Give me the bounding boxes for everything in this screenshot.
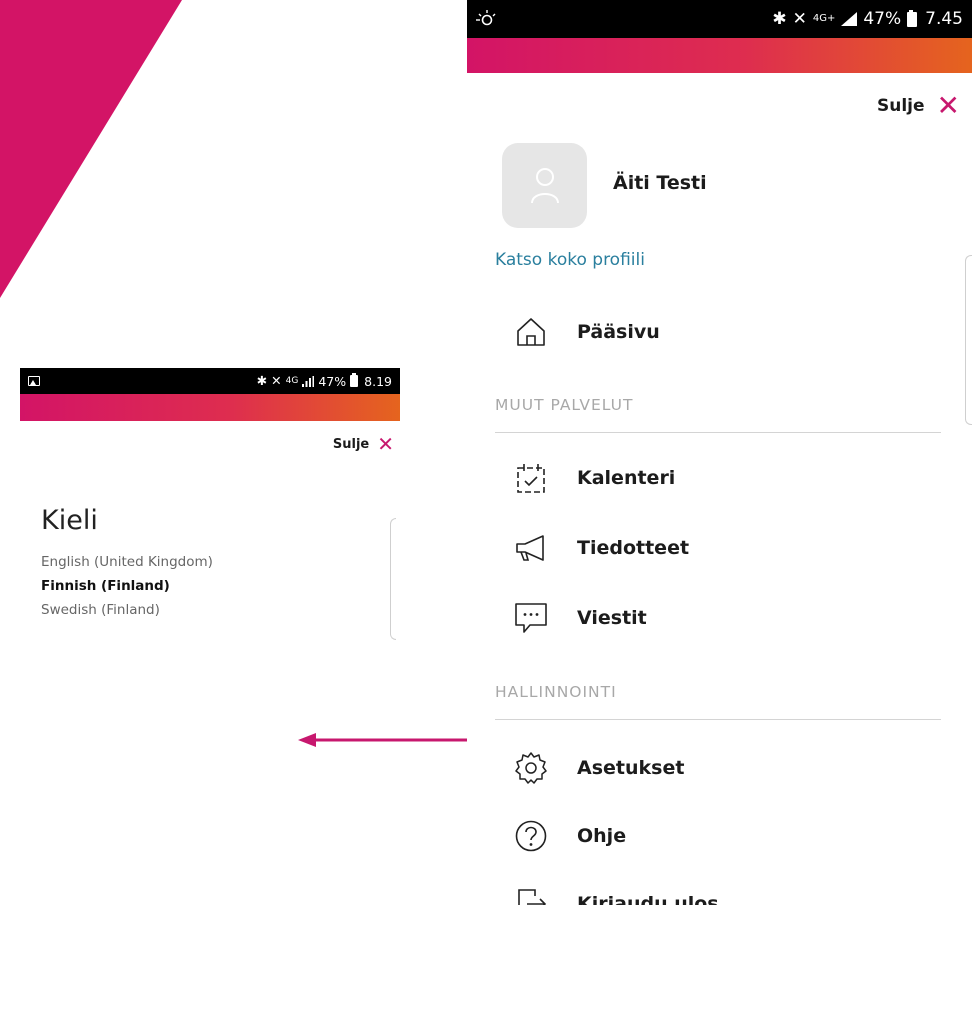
- avatar[interactable]: [502, 143, 587, 228]
- header-gradient: [467, 38, 972, 73]
- network-4g-icon: 4G+: [812, 13, 836, 24]
- close-label: Sulje: [877, 96, 925, 116]
- menu-item-logout[interactable]: Kirjaudu ulos: [467, 882, 972, 905]
- menu-label: Ohje: [577, 825, 627, 847]
- profile-name: Äiti Testi: [613, 172, 707, 194]
- bluetooth-icon: ✱: [772, 8, 787, 29]
- user-icon: [530, 167, 559, 203]
- view-profile-link[interactable]: Katso koko profiili: [495, 250, 645, 270]
- status-time: 7.45: [925, 9, 963, 29]
- gear-icon: [511, 748, 551, 788]
- battery-percent: 47%: [318, 373, 347, 389]
- section-header-other-services: MUUT PALVELUT: [495, 396, 634, 414]
- language-screen: ✱ ✕ 4G 47% 8.19 Sulje ✕ Kieli English (U…: [20, 368, 400, 668]
- menu-label: Pääsivu: [577, 321, 660, 343]
- menu-label: Kalenteri: [577, 467, 676, 489]
- menu-label: Tiedotteet: [577, 537, 690, 559]
- battery-icon: [907, 9, 918, 27]
- header-gradient: [20, 394, 400, 421]
- menu-label: Kirjaudu ulos: [577, 893, 719, 905]
- battery-percent: 47%: [863, 9, 902, 29]
- menu-label: Viestit: [577, 607, 647, 629]
- menu-label: Asetukset: [577, 757, 685, 779]
- message-icon: [511, 598, 551, 638]
- signal-icon: [841, 12, 858, 26]
- status-time: 8.19: [364, 373, 392, 389]
- language-option-english[interactable]: English (United Kingdom): [41, 550, 213, 574]
- left-arrow-icon: [298, 733, 468, 747]
- language-option-finnish[interactable]: Finnish (Finland): [41, 574, 213, 598]
- section-divider: [495, 719, 941, 720]
- status-bar: ✱ ✕ 4G 47% 8.19: [20, 368, 400, 394]
- signal-icon: [302, 375, 315, 387]
- section-header-administration: HALLINNOINTI: [495, 683, 617, 701]
- battery-icon: [350, 373, 359, 387]
- bluetooth-icon: ✱: [256, 372, 268, 388]
- menu-item-help[interactable]: Ohje: [467, 814, 972, 858]
- menu-item-settings[interactable]: Asetukset: [467, 746, 972, 790]
- close-button[interactable]: Sulje ✕: [877, 92, 960, 120]
- language-list: English (United Kingdom) Finnish (Finlan…: [41, 550, 213, 622]
- help-icon: [511, 816, 551, 856]
- status-bar: ✱ ✕ 4G+ 47% 7.45: [467, 0, 972, 38]
- language-title: Kieli: [41, 505, 98, 536]
- menu-item-calendar[interactable]: Kalenteri: [467, 456, 972, 500]
- close-button[interactable]: Sulje ✕: [333, 434, 394, 454]
- mute-icon: ✕: [271, 372, 282, 388]
- logout-icon: [511, 884, 551, 905]
- close-icon: ✕: [377, 432, 394, 456]
- menu-item-announcements[interactable]: Tiedotteet: [467, 526, 972, 570]
- scroll-indicator[interactable]: [965, 255, 972, 425]
- network-4g-icon: 4G: [285, 375, 299, 386]
- gallery-icon: [28, 376, 40, 386]
- menu-screen: ✱ ✕ 4G+ 47% 7.45 Sulje ✕ Äiti Testi Kats…: [467, 0, 972, 905]
- menu-item-home[interactable]: Pääsivu: [467, 310, 972, 354]
- close-label: Sulje: [332, 436, 370, 452]
- scroll-indicator[interactable]: [390, 518, 396, 640]
- close-icon: ✕: [936, 89, 960, 122]
- calendar-icon: [511, 458, 551, 498]
- menu-item-messages[interactable]: Viestit: [467, 596, 972, 640]
- decorative-triangle: [0, 0, 182, 298]
- mute-icon: ✕: [792, 8, 807, 29]
- language-option-swedish[interactable]: Swedish (Finland): [41, 598, 213, 622]
- megaphone-icon: [511, 528, 551, 568]
- brightness-icon: [476, 10, 496, 26]
- section-divider: [495, 432, 941, 433]
- home-icon: [511, 312, 551, 352]
